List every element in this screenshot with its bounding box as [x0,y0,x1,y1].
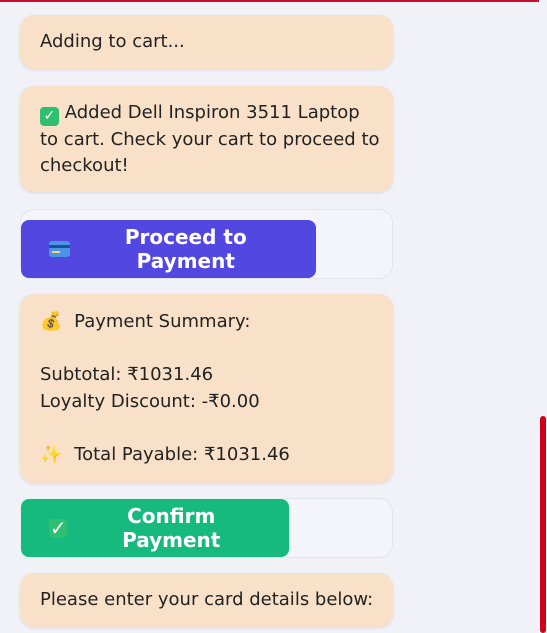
money-bag-icon: 💰 [40,311,63,332]
payment-summary-title: Payment Summary: [74,311,251,332]
sparkles-icon: ✨ [40,443,63,465]
confirm-payment-button[interactable]: ✓ Confirm Payment [21,499,289,557]
message-added-to-cart: ✓ Added Dell Inspiron 3511 Laptop to car… [20,86,393,192]
subtotal-line: Subtotal: ₹1031.46 [40,364,214,385]
proceed-payment-row: Proceed to Payment [20,209,393,279]
message-card-details-prompt: Please enter your card details below: [20,573,393,627]
message-line-2: to cart. Check your cart to proceed to [40,128,380,150]
message-text: Adding to cart... [40,31,185,52]
confirm-payment-row: ✓ Confirm Payment [20,498,393,558]
message-line-3: checkout! [40,155,129,176]
credit-card-icon [49,241,70,257]
scrollbar[interactable] [539,0,547,633]
confirm-payment-label: Confirm Payment [122,504,221,552]
message-text: Please enter your card details below: [40,589,374,610]
check-mark-icon: ✓ [40,107,59,126]
payment-summary-message: 💰 Payment Summary: Subtotal: ₹1031.46 Lo… [20,294,393,483]
proceed-to-payment-label: Proceed to Payment [124,225,247,273]
proceed-to-payment-button[interactable]: Proceed to Payment [21,220,316,278]
total-payable-line: Total Payable: ₹1031.46 [74,443,290,465]
scrollbar-thumb[interactable] [540,416,546,633]
check-mark-icon: ✓ [49,515,68,540]
message-line-1: Added Dell Inspiron 3511 Laptop [64,102,360,123]
top-accent-bar [0,0,547,2]
loyalty-discount-line: Loyalty Discount: -₹0.00 [40,390,260,412]
message-adding-to-cart: Adding to cart... [20,15,393,69]
